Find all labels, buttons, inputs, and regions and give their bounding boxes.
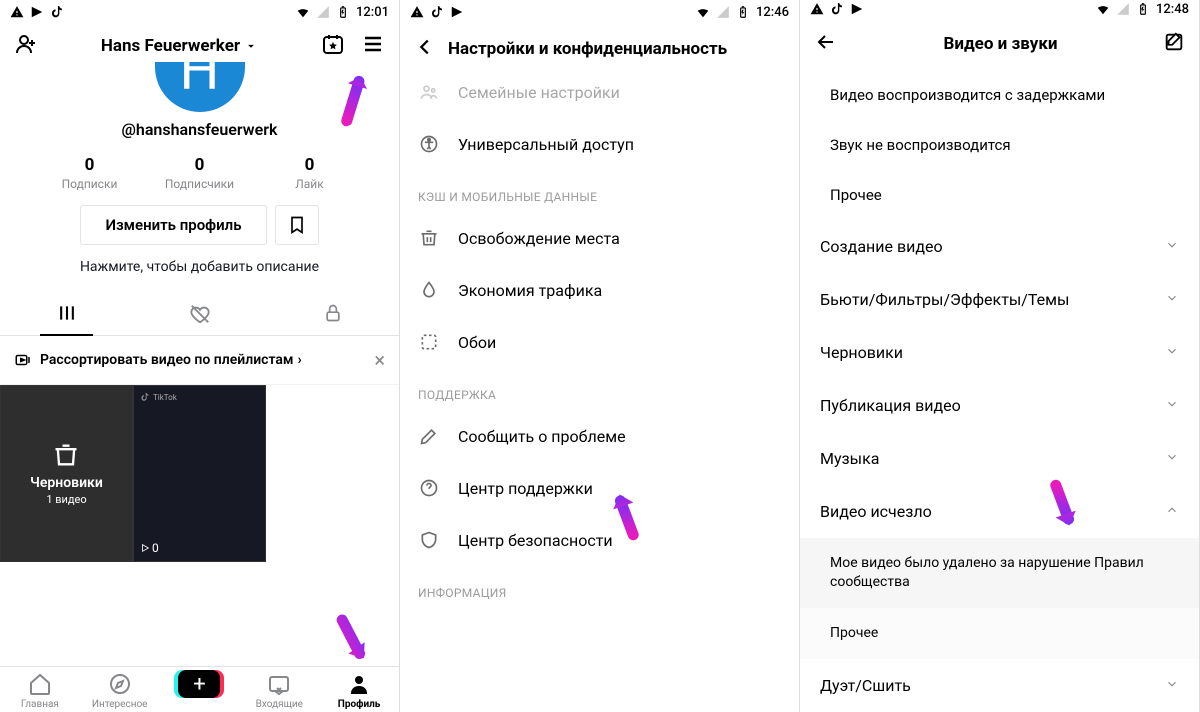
nav-create[interactable]: +	[160, 671, 240, 710]
calendar-icon[interactable]	[321, 32, 345, 60]
tab-private[interactable]	[266, 293, 399, 335]
chevron-down-icon	[1165, 290, 1179, 309]
add-friend-button[interactable]	[14, 32, 38, 60]
back-button[interactable]	[814, 30, 838, 58]
hamburger-menu-icon[interactable]	[361, 32, 385, 60]
settings-item-help-center[interactable]: Центр поддержки	[400, 462, 799, 514]
tiktok-icon	[50, 5, 64, 19]
status-bar: 12:46	[400, 0, 799, 24]
help-item-publish[interactable]: Публикация видео	[800, 379, 1199, 432]
help-item-drafts[interactable]: Черновики	[800, 326, 1199, 379]
profile-tabs	[0, 293, 399, 336]
signal-icon	[316, 5, 330, 19]
battery-icon	[1136, 2, 1150, 16]
help-item-disappeared[interactable]: Видео исчезло	[800, 485, 1199, 538]
chevron-down-icon	[1165, 676, 1179, 695]
drafts-cell[interactable]: Черновики 1 видео	[0, 385, 133, 562]
stat-likes[interactable]: 0 Лайк	[270, 155, 350, 191]
settings-item-accessibility[interactable]: Универсальный доступ	[400, 118, 799, 170]
help-sub-removed[interactable]: Мое видео было удалено за нарушение Прав…	[800, 538, 1199, 608]
video-grid: Черновики 1 видео TikTok 0	[0, 385, 399, 562]
bio-hint[interactable]: Нажмите, чтобы добавить описание	[0, 259, 399, 275]
help-item-duet[interactable]: Дуэт/Сшить	[800, 659, 1199, 712]
play-count: 0	[140, 541, 159, 555]
nav-discover[interactable]: Интересное	[80, 671, 160, 710]
screen-profile: 12:01 Hans Feuerwerker H @hanshansfeuerw…	[0, 0, 400, 712]
empty-cell	[266, 385, 399, 562]
warning-icon	[810, 2, 824, 16]
bottom-nav: Главная Интересное + Входящие Профиль	[0, 666, 399, 712]
status-bar: 12:01	[0, 0, 399, 24]
nav-profile[interactable]: Профиль	[319, 671, 399, 710]
help-sub-other2[interactable]: Прочее	[800, 608, 1199, 659]
play-store-icon	[850, 2, 864, 16]
nav-home[interactable]: Главная	[0, 671, 80, 710]
back-button[interactable]	[414, 36, 436, 62]
settings-item-wallpaper[interactable]: Обои	[400, 316, 799, 368]
stats-row: 0 Подписки 0 Подписчики 0 Лайк	[0, 155, 399, 191]
section-info: ИНФОРМАЦИЯ	[400, 566, 799, 608]
screen-help: 12:48 Видео и звуки Видео воспроизводитс…	[800, 0, 1200, 712]
chevron-down-icon	[1165, 237, 1179, 256]
help-sub-other[interactable]: Прочее	[800, 170, 1199, 220]
battery-icon	[336, 5, 350, 19]
help-item-beauty[interactable]: Бьюти/Фильтры/Эффекты/Темы	[800, 273, 1199, 326]
chevron-down-icon	[1165, 449, 1179, 468]
nav-inbox[interactable]: Входящие	[239, 671, 319, 710]
settings-title: Настройки и конфиденциальность	[448, 39, 785, 59]
help-sub-audio[interactable]: Звук не воспроизводится	[800, 120, 1199, 170]
warning-icon	[410, 5, 424, 19]
tab-grid[interactable]	[0, 293, 133, 335]
wifi-icon	[296, 5, 310, 19]
status-time: 12:01	[356, 5, 389, 20]
wifi-icon	[1096, 2, 1110, 16]
status-time: 12:48	[1156, 2, 1189, 17]
section-support: ПОДДЕРЖКА	[400, 368, 799, 410]
chevron-up-icon	[1165, 502, 1179, 521]
status-time: 12:46	[756, 5, 789, 20]
signal-icon	[716, 5, 730, 19]
play-store-icon	[450, 5, 464, 19]
playlist-hint-bar[interactable]: Рассортировать видео по плейлистам › ×	[0, 336, 399, 385]
tiktok-icon	[830, 2, 844, 16]
warning-icon	[10, 5, 24, 19]
battery-icon	[736, 5, 750, 19]
chevron-down-icon	[1165, 396, 1179, 415]
edit-profile-button[interactable]: Изменить профиль	[80, 205, 266, 245]
help-title: Видео и звуки	[850, 34, 1151, 54]
tiktok-icon	[430, 5, 444, 19]
close-playlist-hint-icon[interactable]: ×	[374, 348, 385, 372]
status-bar: 12:48	[800, 0, 1199, 18]
help-item-music[interactable]: Музыка	[800, 432, 1199, 485]
bookmark-button[interactable]	[275, 205, 319, 245]
help-header: Видео и звуки	[800, 18, 1199, 70]
compose-icon[interactable]	[1163, 31, 1185, 57]
stat-following[interactable]: 0 Подписки	[50, 155, 130, 191]
settings-item-free-space[interactable]: Освобождение места	[400, 212, 799, 264]
user-handle: @hanshansfeuerwerk	[122, 120, 278, 139]
help-sub-delay[interactable]: Видео воспроизводится с задержками	[800, 70, 1199, 120]
settings-item-data-saver[interactable]: Экономия трафика	[400, 264, 799, 316]
video-thumbnail[interactable]: TikTok 0	[133, 385, 266, 562]
screen-settings: 12:46 Настройки и конфиденциальность Сем…	[400, 0, 800, 712]
help-item-create[interactable]: Создание видео	[800, 220, 1199, 273]
avatar[interactable]: H	[155, 62, 245, 112]
settings-item-report[interactable]: Сообщить о проблеме	[400, 410, 799, 462]
signal-icon	[1116, 2, 1130, 16]
wifi-icon	[696, 5, 710, 19]
play-store-icon	[30, 5, 44, 19]
section-cache: КЭШ И МОБИЛЬНЫЕ ДАННЫЕ	[400, 170, 799, 212]
stat-followers[interactable]: 0 Подписчики	[160, 155, 240, 191]
chevron-down-icon	[1165, 343, 1179, 362]
settings-item-safety-center[interactable]: Центр безопасности	[400, 514, 799, 566]
settings-item-family[interactable]: Семейные настройки	[400, 66, 799, 118]
tab-liked[interactable]	[133, 293, 266, 335]
